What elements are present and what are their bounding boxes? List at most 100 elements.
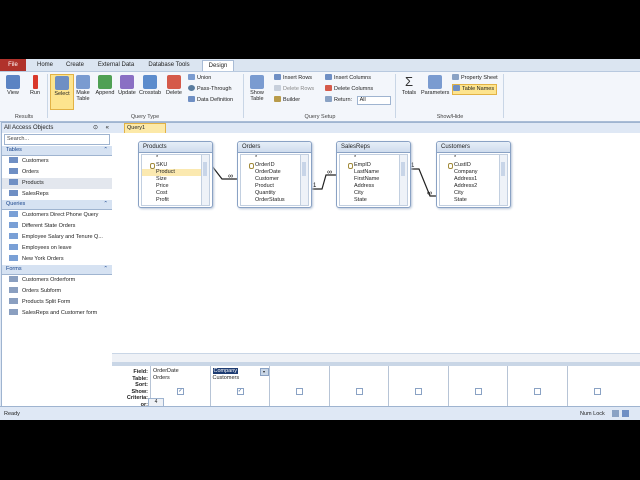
tab-home[interactable]: Home [32,60,58,70]
show-checkbox[interactable] [415,388,422,395]
field-item[interactable]: Company [440,169,500,176]
nav-search-input[interactable]: Search... [4,134,110,145]
scroll-thumb[interactable] [501,162,505,176]
field-item[interactable]: CustID [440,162,500,169]
grid-column[interactable] [566,366,627,407]
nav-item[interactable]: Products [2,178,112,189]
field-item[interactable]: Cost [142,190,202,197]
delete-query-button[interactable]: Delete [163,74,185,108]
delete-rows-button[interactable]: Delete Rows [274,85,314,94]
select-query-button[interactable]: Select [50,74,74,110]
grid-table-cell[interactable]: Customers [213,375,240,381]
grid-column[interactable] [447,366,508,407]
field-item[interactable]: Product [142,169,202,176]
tab-external-data[interactable]: External Data [94,60,138,70]
nav-item[interactable]: SalesReps and Customer form [2,308,112,319]
append-button[interactable]: Append [94,74,116,108]
field-list-title[interactable]: SalesReps [337,142,410,153]
field-list-products[interactable]: Products * SKU Product Size Price Cost Profit [138,141,213,208]
field-item[interactable]: City [340,190,400,197]
grid-column[interactable] [388,366,448,407]
field-item[interactable]: Address2 [440,183,500,190]
view-button[interactable]: View [2,74,24,108]
field-item[interactable]: Product [241,183,301,190]
scroll-thumb[interactable] [302,162,306,176]
field-item[interactable]: * [340,155,400,162]
nav-item[interactable]: Customers Orderform [2,275,112,286]
field-list-title[interactable]: Orders [238,142,311,153]
insert-columns-button[interactable]: Insert Columns [325,74,371,83]
parameters-button[interactable]: Parameters [421,74,449,108]
data-definition-button[interactable]: Data Definition [188,96,233,105]
field-list-salesreps[interactable]: SalesReps * EmpID LastName FirstName Address C… [336,141,411,208]
nav-item[interactable]: Products Split Form [2,297,112,308]
grid-column[interactable] [328,366,389,407]
field-item[interactable]: EmpID [340,162,400,169]
run-button[interactable]: Run [24,74,46,108]
field-item[interactable]: OrderID [241,162,301,169]
tab-database-tools[interactable]: Database Tools [143,60,195,70]
tab-design[interactable]: Design [202,60,234,71]
grid-column[interactable] [507,366,567,407]
property-sheet-button[interactable]: Property Sheet [452,74,498,83]
scroll-thumb[interactable] [401,162,405,176]
nav-item[interactable]: SalesReps [2,189,112,200]
update-button[interactable]: Update [116,74,138,108]
datasheet-view-icon[interactable] [612,410,619,417]
show-checkbox[interactable]: ✓ [177,388,184,395]
field-item[interactable]: State [440,197,500,204]
grid-field-cell[interactable]: Company [212,368,239,374]
field-item[interactable]: State [340,197,400,204]
show-checkbox[interactable] [593,388,601,395]
field-item[interactable]: Customer [241,176,301,183]
field-item[interactable]: OrderStatus [241,197,301,204]
chevron-down-icon[interactable]: ⊙ [93,123,98,133]
delete-columns-button[interactable]: Delete Columns [325,85,373,94]
nav-category-queries[interactable]: Queries ⌃ [2,200,112,210]
field-list-scrollbar[interactable] [201,154,210,206]
make-table-button[interactable]: Make Table [72,74,94,108]
show-checkbox[interactable]: ✓ [236,388,244,395]
tab-create[interactable]: Create [60,60,90,70]
grid-column[interactable] [269,366,329,407]
union-button[interactable]: Union [188,74,211,83]
builder-button[interactable]: Builder [274,96,300,105]
nav-item[interactable]: Orders Subform [2,286,112,297]
field-list-scrollbar[interactable] [399,154,408,206]
field-item[interactable]: City [440,190,500,197]
field-item[interactable]: Size [142,176,202,183]
field-item[interactable]: Profit [142,197,202,204]
field-item[interactable]: Quantity [241,190,301,197]
field-list-orders[interactable]: Orders * OrderID OrderDate Customer Product Qu… [237,141,312,208]
nav-category-forms[interactable]: Forms ⌃ [2,265,112,275]
nav-item[interactable]: Orders [2,167,112,178]
field-item[interactable]: Price [142,183,202,190]
tab-file[interactable]: File [0,59,26,71]
field-item[interactable]: Address [340,183,400,190]
field-list-customers[interactable]: Customers * CustID Company Address1 Address2 C… [436,141,511,208]
collapse-pane-icon[interactable]: « [106,123,109,133]
field-item[interactable]: LastName [340,169,400,176]
grid-field-cell[interactable]: OrderDate [153,368,179,374]
field-list-scrollbar[interactable] [300,154,309,206]
design-view-icon[interactable] [622,410,629,417]
field-item[interactable]: * [241,155,301,162]
grid-table-cell[interactable]: Orders [153,375,170,381]
show-checkbox[interactable] [296,388,303,395]
grid-column[interactable]: Company ▾ Customers ✓ [209,366,270,407]
nav-item[interactable]: Customers [2,156,112,167]
table-pane[interactable]: 1∞1∞1∞ Products*SKUProductSizePriceCostP… [112,133,640,362]
nav-item[interactable]: Customers Direct Phone Query [2,210,112,221]
return-select[interactable]: All [356,96,391,105]
show-checkbox[interactable] [355,388,363,395]
field-list-title[interactable]: Products [139,142,212,153]
pass-through-button[interactable]: Pass-Through [188,85,232,94]
show-checkbox[interactable] [474,388,482,395]
nav-item[interactable]: Employee Salary and Tenure Q... [2,232,112,243]
field-item[interactable]: FirstName [340,176,400,183]
field-list-scrollbar[interactable] [499,154,508,206]
field-list-title[interactable]: Customers [437,142,510,153]
field-item[interactable]: * [142,155,202,162]
totals-button[interactable]: Σ Totals [398,74,420,108]
scroll-thumb[interactable] [203,162,207,176]
